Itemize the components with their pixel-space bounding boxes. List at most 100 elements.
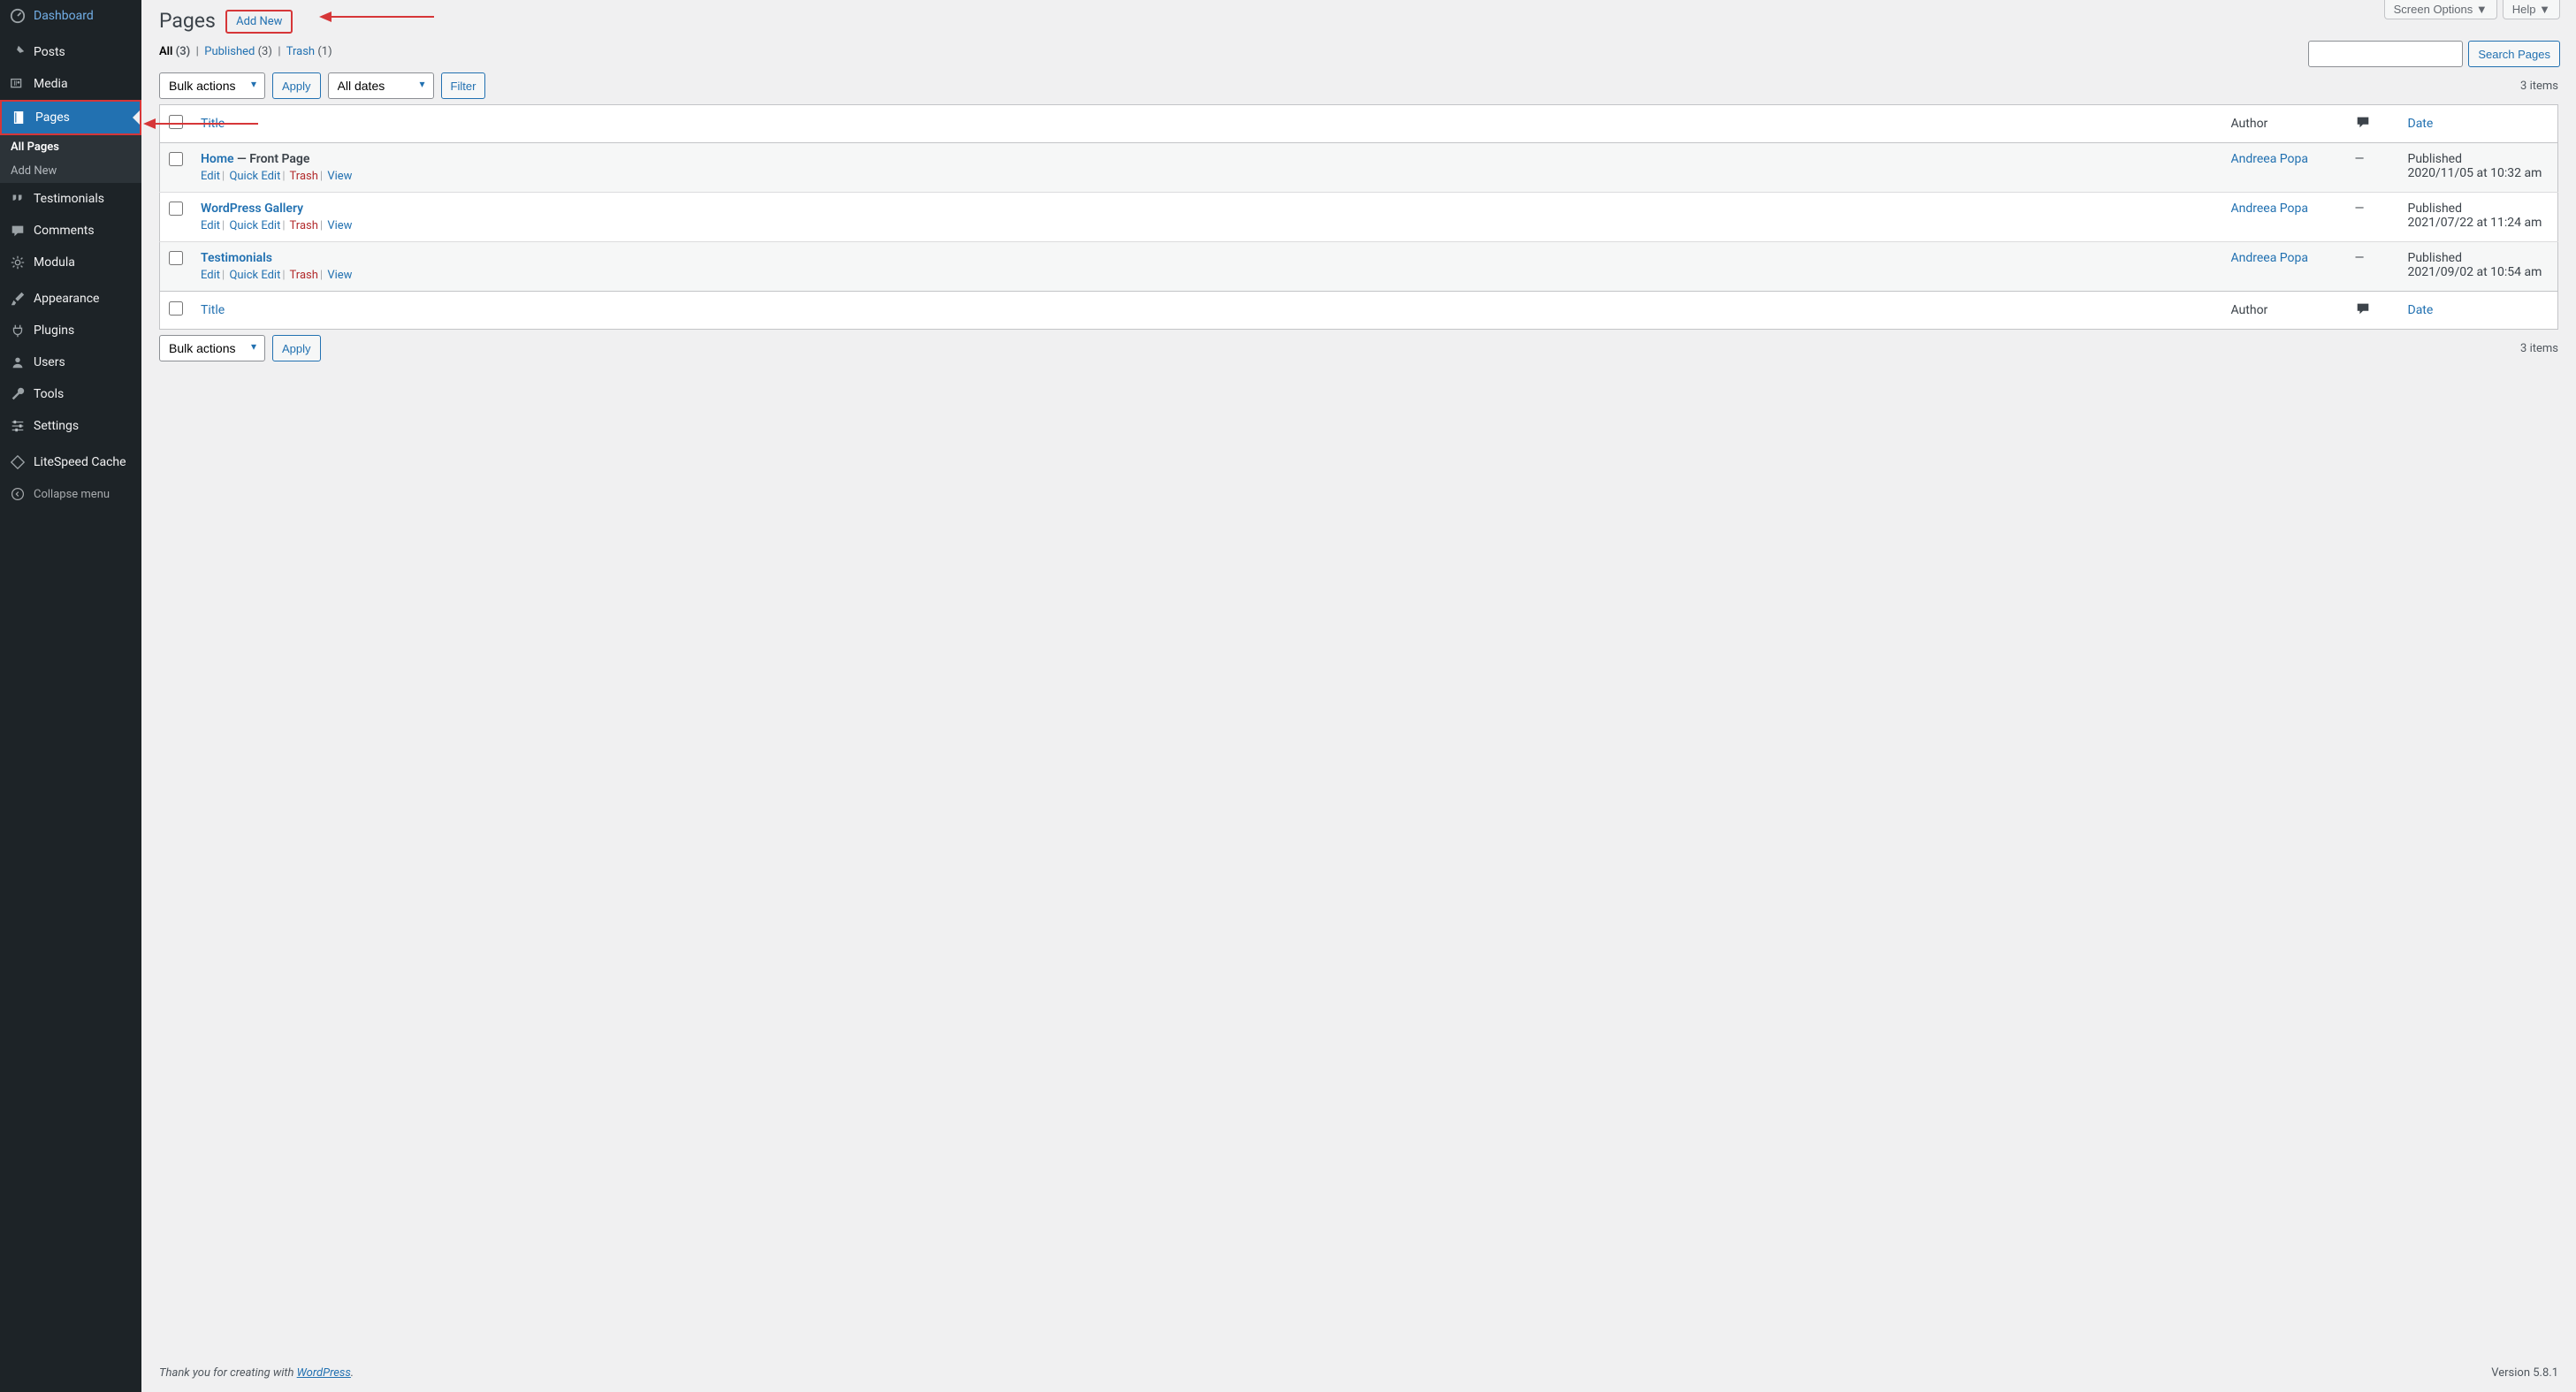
- bulk-apply-top[interactable]: Apply: [272, 72, 321, 99]
- filter-button[interactable]: Filter: [441, 72, 486, 99]
- action-trash[interactable]: Trash: [290, 219, 318, 232]
- table-row: WordPress Gallery Edit| Quick Edit| Tras…: [160, 193, 2558, 242]
- action-view[interactable]: View: [327, 170, 352, 183]
- sidebar-item-label: Settings: [34, 419, 79, 433]
- col-author-footer: Author: [2222, 292, 2346, 330]
- version-text: Version 5.8.1: [2491, 1366, 2558, 1380]
- sidebar-item-label: Media: [34, 77, 68, 91]
- chevron-down-icon: ▼: [2539, 3, 2550, 16]
- action-trash[interactable]: Trash: [290, 269, 318, 282]
- brush-icon: [9, 290, 27, 308]
- row-checkbox[interactable]: [169, 251, 183, 265]
- add-new-button[interactable]: Add New: [225, 10, 293, 34]
- row-comments: —: [2346, 242, 2399, 292]
- author-link[interactable]: Andreea Popa: [2231, 251, 2309, 265]
- sidebar-item-users[interactable]: Users: [0, 346, 141, 378]
- row-title-link[interactable]: Testimonials: [201, 251, 272, 265]
- action-trash[interactable]: Trash: [290, 170, 318, 183]
- pages-submenu: All Pages Add New: [0, 135, 141, 183]
- sidebar-item-testimonials[interactable]: Testimonials: [0, 183, 141, 215]
- action-view[interactable]: View: [327, 219, 352, 232]
- sub-item-add-new[interactable]: Add New: [0, 159, 141, 183]
- plug-icon: [9, 322, 27, 339]
- row-title-link[interactable]: Home: [201, 152, 234, 166]
- row-date: Published 2020/11/05 at 10:32 am: [2399, 143, 2558, 193]
- action-edit[interactable]: Edit: [201, 219, 220, 232]
- dashboard-icon: [9, 7, 27, 25]
- action-edit[interactable]: Edit: [201, 269, 220, 282]
- filter-published[interactable]: Published (3): [204, 45, 272, 58]
- annotation-arrow-addnew: [319, 10, 434, 24]
- sub-item-all-pages[interactable]: All Pages: [0, 135, 141, 159]
- media-icon: [9, 75, 27, 93]
- bulk-apply-bottom[interactable]: Apply: [272, 335, 321, 361]
- sidebar-item-dashboard[interactable]: Dashboard: [0, 0, 141, 32]
- row-checkbox[interactable]: [169, 152, 183, 166]
- search-button[interactable]: Search Pages: [2468, 41, 2560, 67]
- annotation-arrow-nav: [143, 115, 258, 133]
- table-row: Testimonials Edit| Quick Edit| Trash| Vi…: [160, 242, 2558, 292]
- bulk-actions-select-top[interactable]: Bulk actions: [159, 72, 265, 99]
- sidebar-item-pages[interactable]: Pages: [0, 100, 141, 135]
- tablenav-bottom: Bulk actions Apply 3 items: [159, 330, 2558, 367]
- items-count-bottom: 3 items: [2520, 342, 2558, 355]
- bulk-actions-select-bottom[interactable]: Bulk actions: [159, 335, 265, 361]
- items-count-top: 3 items: [2520, 80, 2558, 93]
- sidebar-item-posts[interactable]: Posts: [0, 36, 141, 68]
- action-quickedit[interactable]: Quick Edit: [229, 219, 280, 232]
- litespeed-icon: [9, 453, 27, 471]
- col-date-header[interactable]: Date: [2408, 117, 2434, 131]
- gear-icon: [9, 254, 27, 271]
- action-quickedit[interactable]: Quick Edit: [229, 269, 280, 282]
- page-title: Pages: [159, 9, 223, 33]
- sidebar-item-modula[interactable]: Modula: [0, 247, 141, 278]
- search-input[interactable]: [2308, 41, 2463, 67]
- collapse-menu[interactable]: Collapse menu: [0, 478, 141, 510]
- table-row: Home — Front Page Edit| Quick Edit| Tras…: [160, 143, 2558, 193]
- row-checkbox[interactable]: [169, 202, 183, 216]
- author-link[interactable]: Andreea Popa: [2231, 152, 2309, 166]
- sidebar-item-label: Pages: [35, 110, 70, 125]
- select-all-bottom[interactable]: [169, 301, 183, 316]
- tablenav-top: Bulk actions Apply All dates Filter 3 it…: [159, 67, 2558, 104]
- dates-select[interactable]: All dates: [328, 72, 434, 99]
- action-edit[interactable]: Edit: [201, 170, 220, 183]
- row-comments: —: [2346, 143, 2399, 193]
- help-button[interactable]: Help ▼: [2503, 0, 2560, 19]
- sidebar-item-tools[interactable]: Tools: [0, 378, 141, 410]
- collapse-icon: [9, 485, 27, 503]
- admin-sidebar: Dashboard Posts Media Pages All Pages Ad…: [0, 0, 141, 1392]
- sidebar-item-appearance[interactable]: Appearance: [0, 283, 141, 315]
- row-actions: Edit| Quick Edit| Trash| View: [201, 219, 2214, 232]
- footer-thanks: Thank you for creating with WordPress.: [159, 1366, 354, 1380]
- sidebar-item-label: Plugins: [34, 323, 74, 338]
- sidebar-item-comments[interactable]: Comments: [0, 215, 141, 247]
- filter-all[interactable]: All (3): [159, 45, 190, 58]
- row-actions: Edit| Quick Edit| Trash| View: [201, 170, 2214, 183]
- sidebar-item-label: Comments: [34, 224, 95, 238]
- col-author-header: Author: [2222, 105, 2346, 143]
- row-date: Published 2021/09/02 at 10:54 am: [2399, 242, 2558, 292]
- sidebar-item-label: Dashboard: [34, 9, 94, 23]
- wordpress-link[interactable]: WordPress: [297, 1366, 351, 1380]
- screen-options-button[interactable]: Screen Options ▼: [2384, 0, 2497, 19]
- sidebar-item-litespeed[interactable]: LiteSpeed Cache: [0, 446, 141, 478]
- col-date-footer[interactable]: Date: [2408, 303, 2434, 317]
- col-title-footer[interactable]: Title: [201, 303, 225, 317]
- action-quickedit[interactable]: Quick Edit: [229, 170, 280, 183]
- sidebar-item-label: Tools: [34, 387, 64, 401]
- main-content: Screen Options ▼ Help ▼ Pages Add New Se…: [141, 0, 2576, 1392]
- sidebar-item-settings[interactable]: Settings: [0, 410, 141, 442]
- pin-icon: [9, 43, 27, 61]
- author-link[interactable]: Andreea Popa: [2231, 202, 2309, 216]
- chevron-down-icon: ▼: [2476, 3, 2488, 16]
- sidebar-item-plugins[interactable]: Plugins: [0, 315, 141, 346]
- action-view[interactable]: View: [327, 269, 352, 282]
- filter-trash[interactable]: Trash (1): [286, 45, 332, 58]
- sidebar-item-media[interactable]: Media: [0, 68, 141, 100]
- sliders-icon: [9, 417, 27, 435]
- row-title-link[interactable]: WordPress Gallery: [201, 202, 303, 216]
- page-icon: [11, 109, 28, 126]
- wrench-icon: [9, 385, 27, 403]
- comments-icon: [2355, 300, 2371, 316]
